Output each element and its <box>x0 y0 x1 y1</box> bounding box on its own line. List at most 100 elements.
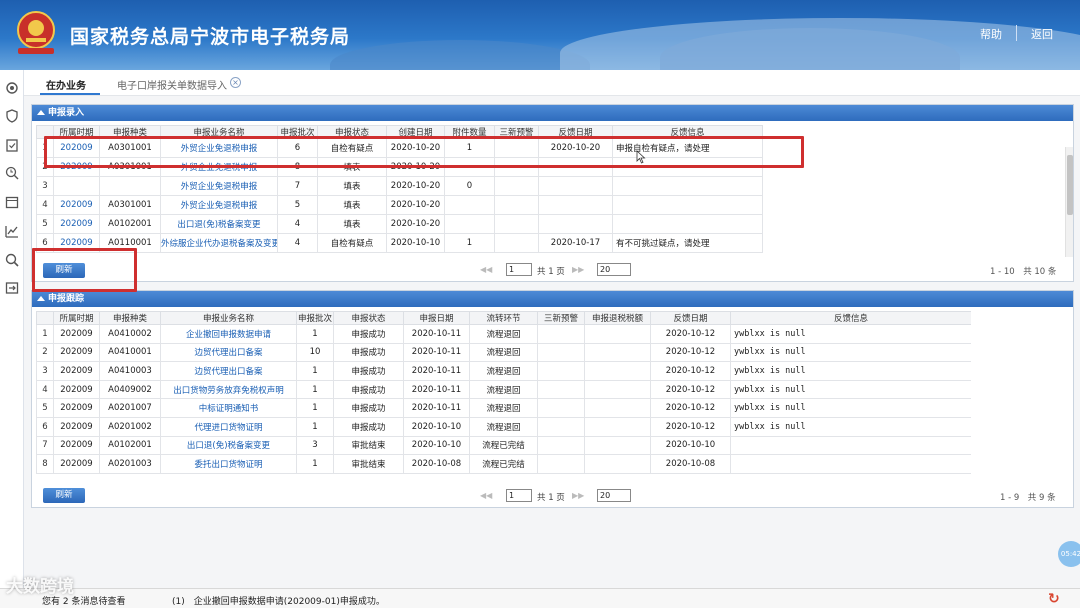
table-row[interactable]: 3 202009 A0410003 边贸代理出口备案 1 申报成功 2020-10-11 流程… <box>36 361 972 381</box>
table-cell[interactable]: 外贸企业免退税申报 <box>160 195 278 215</box>
table-cell[interactable]: 出口退(免)税备案变更 <box>160 214 278 234</box>
header-divider <box>1016 25 1017 41</box>
entry-page-count: 共 1 页 <box>537 267 565 277</box>
table-row[interactable]: 1 202009 A0410002 企业撤回申报数据申请 1 申报成功 2020-10-11… <box>36 324 972 344</box>
footer-message[interactable]: (1) 企业撤回申报数据申请(202009-01)申报成功。 <box>172 594 385 607</box>
entry-scrollbar[interactable] <box>1065 147 1073 257</box>
chart-icon[interactable] <box>4 223 20 239</box>
table-cell: A0201003 <box>99 454 161 474</box>
exit-icon[interactable] <box>4 280 20 296</box>
tax-emblem-logo <box>17 11 55 54</box>
entry-scroll-thumb[interactable] <box>1067 155 1073 215</box>
table-cell <box>537 379 585 400</box>
row-index: 1 <box>36 324 54 344</box>
table-cell: 流程已完结 <box>469 435 538 456</box>
tracking-page-size-select[interactable]: 20 <box>597 489 631 502</box>
table-cell[interactable]: 边贸代理出口备案 <box>160 361 297 381</box>
tab-customs-import[interactable]: 电子口岸报关单数据导入 <box>117 77 227 92</box>
table-cell[interactable]: 代理进口货物证明 <box>160 416 297 437</box>
column-header[interactable] <box>36 311 54 325</box>
table-cell[interactable]: 202009 <box>53 195 100 215</box>
entry-panel-title[interactable]: 申报录入 <box>32 105 1073 121</box>
table-cell: 3 <box>296 435 334 456</box>
refresh-icon[interactable]: ↻ <box>1048 591 1060 607</box>
column-header[interactable]: 申报批次 <box>296 311 334 325</box>
column-header[interactable]: 申报业务名称 <box>160 311 297 325</box>
table-row[interactable]: 5 202009 A0201007 中标证明通知书 1 申报成功 2020-10-11 流程退… <box>36 398 972 418</box>
table-cell: 2020-10-20 <box>386 195 445 215</box>
table-cell: 202009 <box>53 454 100 474</box>
tracking-blank-area <box>971 311 1061 486</box>
tab-in-progress[interactable]: 在办业务 <box>46 77 86 92</box>
table-cell: 5 <box>277 195 318 215</box>
entry-last-page-icon[interactable]: ▶▶ <box>572 265 584 274</box>
column-header[interactable]: 所属时期 <box>53 311 100 325</box>
column-header[interactable]: 申报种类 <box>99 311 161 325</box>
tracking-page-input[interactable]: 1 <box>506 489 532 502</box>
tracking-refresh-button[interactable]: 刷新 <box>43 488 85 503</box>
table-cell[interactable]: 出口退(免)税备案变更 <box>160 435 297 456</box>
column-header[interactable]: 申报状态 <box>333 311 404 325</box>
column-header[interactable]: 申报日期 <box>403 311 470 325</box>
entry-page-size-select[interactable]: 20 <box>597 263 631 276</box>
table-cell: 0 <box>444 176 495 196</box>
table-cell: 2020-10-11 <box>403 342 470 363</box>
column-header[interactable]: 三新预警 <box>537 311 585 325</box>
table-cell: 2020-10-11 <box>403 361 470 381</box>
table-row[interactable]: 2 202009 A0410001 边贸代理出口备案 10 申报成功 2020-10-11 流… <box>36 342 972 363</box>
column-header[interactable]: 反馈日期 <box>650 311 731 325</box>
entry-page-input[interactable]: 1 <box>506 263 532 276</box>
tracking-first-page-icon[interactable]: ◀◀ <box>480 491 492 500</box>
table-cell[interactable]: 202009 <box>53 214 100 234</box>
table-cell: 填表 <box>317 195 387 215</box>
table-row[interactable]: 5 202009 A0102001 出口退(免)税备案变更 4 填表 2020-10-20 <box>36 214 1047 234</box>
table-row[interactable]: 7 202009 A0102001 出口退(免)税备案变更 3 审批结束 2020-10-1… <box>36 435 972 456</box>
shield-icon[interactable] <box>4 108 20 124</box>
tracking-panel-title[interactable]: 申报跟踪 <box>32 291 1073 307</box>
help-link[interactable]: 帮助 <box>980 26 1002 42</box>
table-row[interactable]: 6 202009 A0201002 代理进口货物证明 1 申报成功 2020-10-10 流程… <box>36 416 972 437</box>
table-cell: ywblxx is null <box>730 324 972 344</box>
highlight-refresh-box <box>32 248 137 292</box>
table-cell: 2020-10-20 <box>386 214 445 234</box>
table-cell[interactable]: 企业撤回申报数据申请 <box>160 324 297 344</box>
table-cell: A0410003 <box>99 361 161 381</box>
entry-record-info: 1 - 10 共 10 条 <box>990 267 1057 277</box>
entry-first-page-icon[interactable]: ◀◀ <box>480 265 492 274</box>
table-cell: A0410002 <box>99 324 161 344</box>
table-cell[interactable]: 外贸企业免退税申报 <box>160 176 278 196</box>
row-index: 8 <box>36 454 54 474</box>
settings-icon[interactable] <box>4 80 20 96</box>
column-header[interactable]: 反馈信息 <box>730 311 972 325</box>
table-cell: 202009 <box>53 342 100 363</box>
table-cell <box>612 214 763 234</box>
calendar-icon[interactable] <box>4 194 20 210</box>
tracking-table: 所属时期 申报种类 申报业务名称 申报批次 申报状态 申报日期 流转环节 三新预警 申报退税税额… <box>36 311 972 474</box>
table-cell <box>584 342 651 363</box>
table-cell: A0102001 <box>99 214 161 234</box>
close-tab-icon[interactable]: × <box>230 77 241 88</box>
table-cell <box>584 361 651 381</box>
table-cell[interactable]: 委托出口货物证明 <box>160 454 297 474</box>
table-cell[interactable]: 中标证明通知书 <box>160 398 297 418</box>
table-cell[interactable] <box>53 176 100 196</box>
table-row[interactable]: 4 202009 A0301001 外贸企业免退税申报 5 填表 2020-10-20 <box>36 195 1047 215</box>
table-row[interactable]: 3 外贸企业免退税申报 7 填表 2020-10-20 0 <box>36 176 1047 196</box>
tracking-last-page-icon[interactable]: ▶▶ <box>572 491 584 500</box>
table-cell[interactable]: 外综服企业代办退税备案及变更 <box>160 233 278 253</box>
column-header[interactable]: 申报退税税额 <box>584 311 651 325</box>
table-cell <box>538 214 613 234</box>
table-row[interactable]: 4 202009 A0409002 出口货物劳务放弃免税权声明 1 申报成功 2020-10… <box>36 379 972 400</box>
table-row[interactable]: 8 202009 A0201003 委托出口货物证明 1 审批结束 2020-10-08 流程… <box>36 454 972 474</box>
table-cell <box>538 195 613 215</box>
column-header[interactable]: 流转环节 <box>469 311 538 325</box>
clipboard-icon[interactable] <box>4 137 20 153</box>
table-row[interactable]: 6 202009 A0110001 外综服企业代办退税备案及变更 4 自检有疑点 2020-… <box>36 233 1047 253</box>
table-cell[interactable]: 边贸代理出口备案 <box>160 342 297 363</box>
back-link[interactable]: 返回 <box>1031 26 1053 42</box>
search-icon[interactable] <box>4 252 20 268</box>
clock-search-icon[interactable] <box>4 165 20 181</box>
row-index: 5 <box>36 398 54 418</box>
table-cell[interactable]: 出口货物劳务放弃免税权声明 <box>160 379 297 400</box>
table-cell <box>584 454 651 474</box>
